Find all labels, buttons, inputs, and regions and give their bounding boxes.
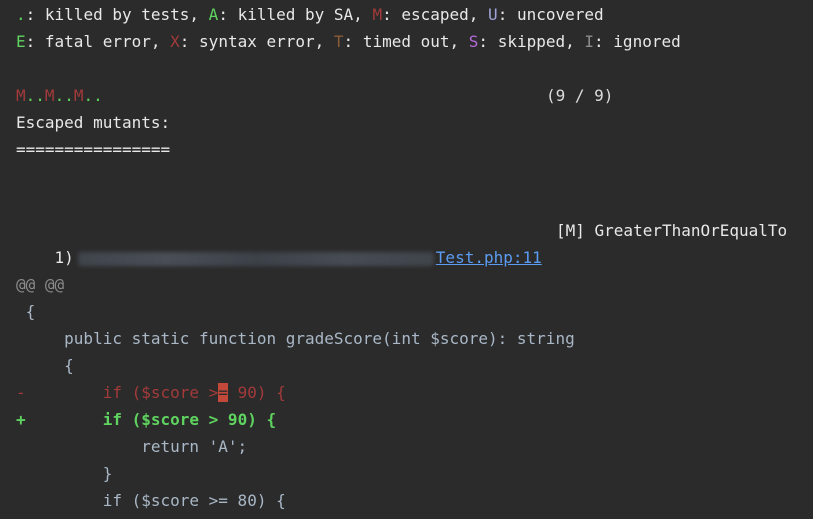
diff-marker-plus: + — [16, 410, 26, 429]
mark-escaped: M — [16, 86, 26, 105]
terminal-window: .: killed by tests, A: killed by SA, M: … — [0, 0, 813, 519]
diff-hunk-header: @@ @@ — [16, 275, 65, 294]
legend-symbol-T: T — [333, 32, 344, 51]
mutant-index: 1) — [54, 248, 74, 267]
legend-symbol-S: S — [468, 32, 479, 51]
legend-symbol-M: M — [372, 5, 383, 24]
mark-killed: . — [64, 86, 74, 105]
legend-text: : killed by tests, — [25, 5, 209, 24]
mark-killed: . — [54, 86, 65, 105]
legend-symbol-A: A — [208, 5, 219, 24]
mutator-name: [M] GreaterThanOrEqualTo — [556, 221, 788, 240]
legend-symbol-X: X — [170, 32, 180, 51]
diff-removed-line: - if ($score >= 90) { — [16, 379, 286, 406]
legend-text: : syntax error, — [179, 32, 334, 51]
legend-text: : escaped, — [382, 5, 489, 24]
mark-escaped: M — [44, 86, 55, 105]
mutant-entry: 1) Test.php:11 — [16, 217, 542, 267]
removed-code-after: 90) { — [227, 383, 286, 402]
diff-context-line: public static function gradeScore(int $s… — [16, 329, 575, 348]
removed-code-before: if ($score > — [25, 383, 219, 402]
legend-line-1: .: killed by tests, A: killed by SA, M: … — [16, 1, 604, 28]
removed-highlight: = — [218, 383, 228, 402]
mark-killed: . — [25, 86, 36, 105]
mark-killed: . — [93, 86, 103, 105]
mark-killed: . — [35, 86, 45, 105]
diff-context-line: { — [16, 302, 36, 321]
legend-symbol-E: E — [16, 32, 26, 51]
legend-line-2: E: fatal error, X: syntax error, T: time… — [16, 28, 681, 55]
heading-rule: ================ — [16, 140, 171, 159]
diff-added-line: + if ($score > 90) { — [16, 406, 276, 433]
diff-context-line: } — [16, 464, 113, 483]
legend-text: : timed out, — [343, 32, 469, 51]
legend-text: : ignored — [594, 32, 681, 51]
diff-context-line: if ($score >= 80) { — [16, 491, 286, 510]
diff-marker-minus: - — [16, 383, 26, 402]
redacted-path — [77, 251, 434, 266]
progress-count: (9 / 9) — [546, 86, 614, 105]
mark-killed: . — [83, 86, 94, 105]
legend-text: : uncovered — [497, 5, 604, 24]
legend-text: : skipped, — [478, 32, 585, 51]
legend-text: : killed by SA, — [218, 5, 373, 24]
legend-symbol-I: I — [584, 32, 595, 51]
legend-symbol-dot: . — [16, 5, 26, 24]
progress-marks: M..M..M.. — [16, 82, 103, 109]
escaped-heading: Escaped mutants: — [16, 113, 171, 132]
legend-text: : fatal error, — [25, 32, 171, 51]
legend-symbol-U: U — [488, 5, 498, 24]
added-code: if ($score > 90) { — [25, 410, 277, 429]
diff-context-line: return 'A'; — [16, 437, 248, 456]
file-link[interactable]: Test.php:11 — [436, 248, 542, 267]
diff-context-line: { — [16, 356, 74, 375]
